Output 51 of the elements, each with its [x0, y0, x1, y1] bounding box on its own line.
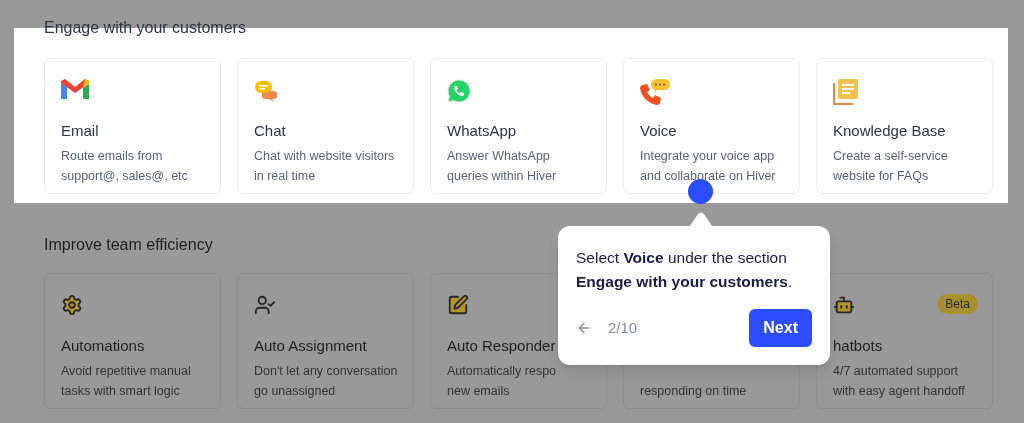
integration-card[interactable]: Email Route emails from support@, sales@, etc	[44, 58, 221, 194]
card-description: Route emails from	[61, 149, 163, 163]
integration-card[interactable]: Beta hatbots 4/7 automated support with easy agent handoff	[816, 273, 993, 409]
card-description: tasks with smart logic	[61, 384, 180, 398]
mail-icon	[61, 79, 89, 101]
card-description: 4/7 automated support	[833, 364, 959, 378]
settings-icon	[61, 294, 83, 316]
card-description: website for FAQs	[833, 169, 929, 183]
card-title: Auto Assignment	[254, 337, 367, 354]
card-description: Create a self-service	[833, 149, 948, 163]
section-heading: Improve team efficiency	[44, 235, 214, 255]
card-description: queries within Hiver	[447, 169, 557, 183]
card-description: new emails	[447, 384, 510, 398]
next-button[interactable]: Next	[749, 309, 812, 347]
integration-card[interactable]: Knowledge Base Create a self-service website for FAQs	[816, 58, 993, 194]
card-title: Knowledge Base	[833, 122, 946, 139]
chat-icon	[254, 79, 278, 103]
card-description: Don't let any conversation	[254, 364, 398, 378]
card-description: with easy agent handoff	[833, 384, 965, 398]
integration-card[interactable]: WhatsApp Answer WhatsApp queries within Hiver	[430, 58, 607, 194]
integration-card[interactable]: Auto Assignment Don't let any conversation go unassigned	[237, 273, 414, 409]
card-description: Chat with website visitors	[254, 149, 395, 163]
card-title: Automations	[61, 337, 145, 354]
card-title: Voice	[640, 122, 677, 139]
card-title: Email	[61, 122, 99, 139]
card-description: Integrate your voice app	[640, 149, 775, 163]
integration-card[interactable]: Chat Chat with website visitors in real time	[237, 58, 414, 194]
integration-card[interactable]: Automations Avoid repetitive manual tasks with smart logic	[44, 273, 221, 409]
beta-badge: Beta	[937, 294, 978, 314]
robot-icon	[833, 294, 855, 316]
integration-card[interactable]: Voice Integrate your voice app and collaborate on Hiver	[623, 58, 800, 194]
back-button[interactable]	[576, 320, 592, 336]
user-check-icon	[254, 294, 276, 316]
card-description: Automatically respo	[447, 364, 557, 378]
card-title: hatbots	[833, 337, 883, 354]
edit-icon	[447, 294, 469, 316]
phone-bubble-icon	[447, 79, 471, 103]
card-title: Chat	[254, 122, 286, 139]
phone-icon	[640, 79, 670, 106]
document-stack-icon	[833, 79, 859, 105]
section-heading: Engage with your customers	[44, 18, 247, 38]
card-description: and collaborate on Hiver	[640, 169, 776, 183]
card-title: Auto Responder	[447, 337, 556, 354]
card-description: go unassigned	[254, 384, 336, 398]
card-description: responding on time	[640, 384, 747, 398]
card-description: Avoid repetitive manual	[61, 364, 191, 378]
card-description: in real time	[254, 169, 316, 183]
card-description: support@, sales@, etc	[61, 169, 188, 183]
card-title: WhatsApp	[447, 122, 517, 139]
card-description: Answer WhatsApp	[447, 149, 550, 163]
step-counter: 2/10	[608, 317, 638, 338]
